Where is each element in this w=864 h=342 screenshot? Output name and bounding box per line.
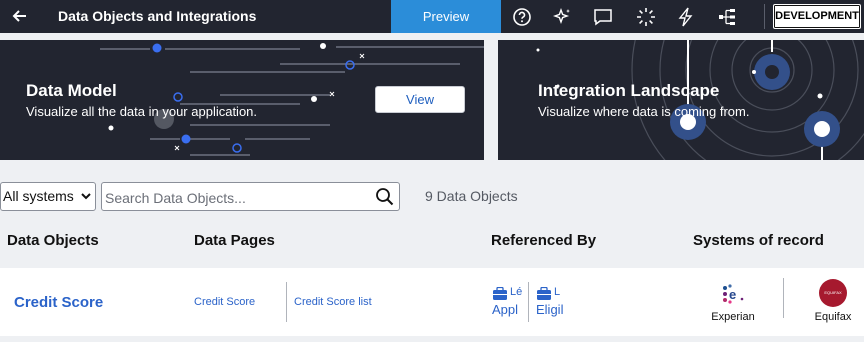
briefcase-icon <box>493 287 507 300</box>
system-name: Equifax <box>814 311 852 323</box>
search-box[interactable] <box>101 182 400 212</box>
header-divider <box>764 4 765 29</box>
hierarchy-icon[interactable] <box>712 3 742 30</box>
data-model-subtitle: Visualize all the data in your applicati… <box>26 104 258 119</box>
sparkle-icon[interactable] <box>548 3 578 30</box>
data-page-link[interactable]: Credit Score list <box>294 296 372 308</box>
data-model-title: Data Model <box>26 81 117 100</box>
app-header: Data Objects and Integrations Preview DE… <box>0 0 864 33</box>
referenced-item-label: Eligil <box>536 302 564 317</box>
equifax-logo: EQUIFAX <box>819 279 847 307</box>
referenced-item[interactable]: Lé Appl <box>492 286 522 320</box>
referenced-item-label: Appl <box>492 302 519 317</box>
data-object-link[interactable]: Credit Score <box>14 294 103 311</box>
referenced-item-label: Lé <box>510 286 522 298</box>
systems-select-value: All systems <box>3 188 74 204</box>
system-name: Experian <box>711 311 755 323</box>
system-equifax[interactable]: EQUIFAX Equifax <box>805 278 861 326</box>
page-title: Data Objects and Integrations <box>58 8 257 24</box>
integration-landscape-banner[interactable]: Integration Landscape Visualize where da… <box>498 40 864 160</box>
environment-badge: DEVELOPMENT <box>773 4 861 29</box>
column-header-data-pages: Data Pages <box>194 232 275 249</box>
divider <box>286 282 287 322</box>
svg-text:e: e <box>729 287 736 302</box>
view-button[interactable]: View <box>375 86 465 113</box>
lightning-icon[interactable] <box>671 3 701 30</box>
divider <box>783 278 784 318</box>
comment-icon[interactable] <box>588 3 618 30</box>
column-header-data-objects: Data Objects <box>7 232 99 249</box>
search-icon[interactable] <box>373 185 397 209</box>
data-page-link[interactable]: Credit Score <box>194 296 255 308</box>
briefcase-icon <box>537 287 551 300</box>
data-model-banner: Data Model Visualize all the data in you… <box>0 40 484 160</box>
integration-subtitle: Visualize where data is coming from. <box>538 104 750 119</box>
help-icon[interactable] <box>507 3 537 30</box>
table-row: Credit Score Credit Score Credit Score l… <box>0 268 864 336</box>
referenced-item-label: L <box>554 286 561 298</box>
divider <box>528 282 529 322</box>
column-header-referenced-by: Referenced By <box>491 232 597 249</box>
chevron-down-icon <box>81 183 91 221</box>
system-experian[interactable]: e Experian <box>705 280 761 326</box>
arrow-left-icon[interactable] <box>6 4 34 28</box>
systems-select[interactable]: All systems <box>0 182 96 211</box>
loading-icon[interactable] <box>631 3 661 30</box>
referenced-item[interactable]: L Eligil <box>536 286 568 320</box>
integration-title: Integration Landscape <box>538 81 720 100</box>
search-input[interactable] <box>102 183 367 212</box>
column-header-systems-of-record: Systems of record <box>693 232 824 249</box>
object-count: 9 Data Objects <box>425 188 518 204</box>
experian-logo: e <box>723 284 744 304</box>
preview-button[interactable]: Preview <box>391 0 501 33</box>
